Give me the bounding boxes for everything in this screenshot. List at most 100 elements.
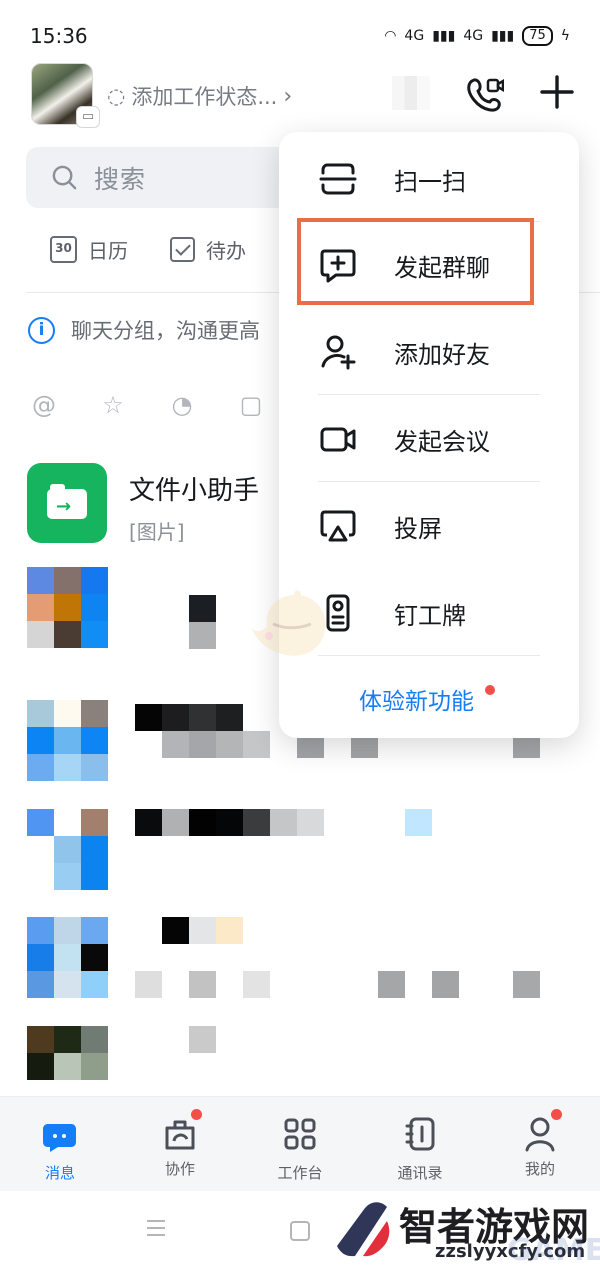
mosaic-cell bbox=[189, 595, 216, 622]
watermark-game-text: GAME bbox=[507, 1233, 600, 1266]
mosaic-cell bbox=[27, 727, 54, 754]
menu-item-label: 发起会议 bbox=[394, 427, 490, 456]
desktop-device-badge-icon: ▭ bbox=[76, 106, 100, 128]
mosaic-cell bbox=[54, 594, 81, 621]
calendar-button[interactable]: 30 日历 bbox=[50, 235, 128, 264]
status-time: 15:36 bbox=[30, 24, 88, 48]
mosaic-cell bbox=[189, 622, 216, 649]
mosaic-cell bbox=[27, 700, 54, 727]
mosaic-cell bbox=[81, 809, 108, 836]
workspace-icon bbox=[284, 1118, 316, 1150]
nav-label: 通讯录 bbox=[397, 1164, 443, 1182]
blurred-chat-row[interactable] bbox=[27, 917, 582, 1007]
bookmark-icon[interactable]: ▢ bbox=[236, 390, 266, 420]
plus-icon[interactable] bbox=[537, 72, 577, 112]
network-label-2: 4G bbox=[463, 28, 484, 44]
folder-icon: → bbox=[47, 484, 87, 519]
blurred-chat-row[interactable] bbox=[27, 1026, 582, 1096]
collaboration-icon bbox=[165, 1120, 195, 1150]
home-square-icon[interactable] bbox=[290, 1221, 310, 1241]
mosaic-cell bbox=[135, 704, 162, 731]
menu-icon[interactable] bbox=[145, 1219, 167, 1237]
mosaic-cell bbox=[513, 971, 540, 998]
recent-icon[interactable]: ◔ bbox=[167, 390, 197, 420]
mosaic-cell bbox=[81, 971, 108, 998]
mosaic-cell bbox=[27, 567, 54, 594]
chat-grouping-tip[interactable]: i 聊天分组，沟通更高 bbox=[28, 315, 260, 345]
chat-subtitle: [图片] bbox=[129, 520, 185, 544]
mosaic-cell bbox=[216, 731, 243, 758]
signal-icon: ▮▮▮ bbox=[432, 28, 456, 44]
mosaic-cell bbox=[54, 944, 81, 971]
nav-messages[interactable]: 消息 bbox=[15, 1114, 105, 1183]
mosaic-cell bbox=[189, 971, 216, 998]
scan-icon bbox=[319, 163, 357, 195]
work-status-button[interactable]: ◌ 添加工作状态... › bbox=[107, 81, 292, 111]
mosaic-cell bbox=[27, 917, 54, 944]
video-meeting-icon bbox=[320, 427, 356, 452]
nav-label: 协作 bbox=[164, 1160, 195, 1178]
video-call-icon[interactable] bbox=[464, 75, 504, 115]
charging-icon: ϟ bbox=[560, 28, 570, 44]
mosaic-cell bbox=[216, 704, 243, 731]
arrow-right-icon: → bbox=[56, 496, 72, 517]
filter-icons: @ ☆ ◔ ▢ bbox=[29, 390, 266, 420]
mosaic-cell bbox=[243, 809, 270, 836]
watermark-logo bbox=[337, 1202, 390, 1257]
menu-item-label: 钉工牌 bbox=[394, 601, 466, 630]
checkbox-icon bbox=[170, 237, 195, 262]
mosaic-cell bbox=[54, 567, 81, 594]
chat-icon bbox=[43, 1124, 76, 1152]
mosaic-cell bbox=[81, 727, 108, 754]
mosaic-cell bbox=[54, 727, 81, 754]
chat-title: 文件小助手 bbox=[129, 476, 260, 506]
chat-list-item-file-helper[interactable]: → 文件小助手 [图片] bbox=[27, 463, 259, 545]
blurred-chat-row[interactable] bbox=[27, 809, 582, 899]
mosaic-cell bbox=[27, 809, 54, 836]
new-feature-link[interactable]: 体验新功能 bbox=[359, 682, 474, 716]
mosaic-cell bbox=[189, 917, 216, 944]
tip-text: 聊天分组，沟通更高 bbox=[71, 319, 260, 343]
star-icon[interactable]: ☆ bbox=[98, 390, 128, 420]
mosaic-cell bbox=[81, 1026, 108, 1053]
todo-label: 待办 bbox=[206, 239, 246, 263]
mention-icon[interactable]: @ bbox=[29, 390, 59, 420]
mosaic-cell bbox=[270, 809, 297, 836]
mosaic-cell bbox=[54, 809, 81, 836]
nav-profile[interactable]: 我的 bbox=[495, 1109, 585, 1179]
menu-item-label: 添加好友 bbox=[394, 340, 490, 369]
mosaic-cell bbox=[432, 971, 459, 998]
file-helper-avatar: → bbox=[27, 463, 107, 543]
menu-item-start-meeting[interactable]: 发起会议 bbox=[279, 395, 579, 483]
mosaic-cell bbox=[216, 917, 243, 944]
mosaic-cell bbox=[54, 754, 81, 781]
mosaic-cell bbox=[54, 1053, 81, 1080]
notification-dot bbox=[191, 1109, 202, 1120]
mosaic-cell bbox=[54, 836, 81, 863]
mosaic-cell bbox=[81, 621, 108, 648]
mosaic-cell bbox=[27, 1026, 54, 1053]
menu-item-screen-cast[interactable]: 投屏 bbox=[279, 482, 579, 570]
mosaic-cell bbox=[27, 754, 54, 781]
todo-button[interactable]: 待办 bbox=[170, 235, 246, 264]
network-label-1: 4G bbox=[404, 28, 425, 44]
mosaic-icon bbox=[392, 76, 430, 110]
mosaic-cell bbox=[54, 1026, 81, 1053]
mosaic-cell bbox=[54, 863, 81, 890]
file-helper-text: 文件小助手 [图片] bbox=[129, 463, 259, 545]
menu-item-add-friend[interactable]: 添加好友 bbox=[279, 308, 579, 396]
menu-item-scan[interactable]: 扫一扫 bbox=[279, 135, 579, 223]
wifi-icon: ◠ bbox=[384, 28, 397, 44]
nav-contacts[interactable]: 通讯录 bbox=[375, 1114, 465, 1183]
mosaic-cell bbox=[54, 700, 81, 727]
mosaic-cell bbox=[81, 944, 108, 971]
mosaic-cell bbox=[189, 704, 216, 731]
search-input[interactable]: 搜索 bbox=[26, 147, 304, 208]
search-icon bbox=[52, 165, 77, 190]
nav-workspace[interactable]: 工作台 bbox=[255, 1114, 345, 1183]
collaboration-icon bbox=[160, 1109, 202, 1154]
nav-label: 我的 bbox=[524, 1160, 555, 1178]
mosaic-cell bbox=[297, 809, 324, 836]
nav-collaboration[interactable]: 协作 bbox=[135, 1109, 225, 1179]
work-status-text: 添加工作状态... bbox=[131, 85, 278, 109]
